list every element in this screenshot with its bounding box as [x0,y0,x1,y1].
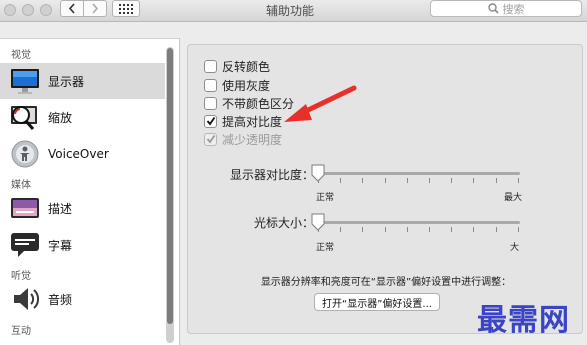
minimize-window-button[interactable] [22,4,34,16]
checkbox[interactable] [204,78,217,92]
slider-tick [517,178,519,183]
back-button[interactable] [60,0,84,17]
slider-tick [451,227,453,232]
display-icon [10,66,40,96]
contrast-min-label: 正常 [316,193,335,203]
sidebar-item-label: 显示器 [48,74,85,89]
slider-tick [473,178,475,183]
option-invert-colors[interactable]: 反转颜色 [204,58,270,74]
option-label: 使用灰度 [222,78,271,93]
zoom-window-button[interactable] [40,4,52,16]
sidebar-item-label: 字幕 [48,238,73,253]
zoom-icon [10,102,40,132]
slider-tick [429,227,430,232]
sidebar-item-label: VoiceOver [48,147,109,161]
watermark-logo: 最需网 [477,303,570,338]
sidebar-scrollbar-thumb[interactable] [167,48,173,324]
cursor-size-label: 光标大小： [254,216,315,230]
sidebar-item-label: 音频 [48,292,73,307]
display-settings-note: 显示器分辨率和亮度可在“显示器”偏好设置中进行调整： [260,277,512,288]
slider-tick [340,178,342,183]
open-display-preferences-button[interactable]: 打开“显示器”偏好设置... [314,293,440,311]
option-label: 提高对比度 [222,114,283,129]
voiceover-icon [10,139,40,169]
slider-tick [362,227,364,232]
captions-icon [10,230,40,260]
sidebar-item-zoom[interactable]: 缩放 [0,99,165,135]
cursor-min-label: 正常 [316,243,335,253]
option-increase-contrast[interactable]: 提高对比度 [204,113,282,129]
slider-tick [340,227,342,232]
slider-track[interactable] [318,172,520,175]
option-label: 减少透明度 [222,132,283,147]
search-field[interactable]: 搜索 [430,0,582,17]
option-reduce-transparency: 减少透明度 [204,131,282,147]
description-icon [10,193,40,223]
title-bar: 辅助功能 搜索 [0,0,587,22]
option-grayscale[interactable]: 使用灰度 [204,77,270,93]
chevron-right-icon [92,3,99,14]
close-window-button[interactable] [4,4,16,16]
slider-knob[interactable] [311,164,325,182]
contrast-max-label: 最大 [504,193,523,203]
sidebar-item-display[interactable]: 显示器 [0,63,165,99]
sidebar-item-captions[interactable]: 字幕 [0,227,165,263]
checkbox-checked-disabled [204,132,217,146]
option-label: 反转颜色 [222,59,271,74]
slider-knob[interactable] [311,213,325,231]
contrast-label: 显示器对比度： [230,168,315,182]
checkmark-icon [206,116,215,126]
sidebar-item-voiceover[interactable]: VoiceOver [0,136,165,172]
slider-tick [384,227,386,232]
sidebar-item-description[interactable]: 描述 [0,190,165,226]
search-placeholder: 搜索 [502,2,525,16]
chevron-left-icon [68,3,75,14]
sidebar-item-audio[interactable]: 音频 [0,281,165,317]
slider-tick [495,178,497,183]
section-interaction: 互动 [11,326,31,337]
slider-tick [473,227,475,232]
slider-tick [362,178,364,183]
slider-tick [429,178,430,183]
slider-tick [495,227,497,232]
slider-tick [406,178,408,183]
forward-button[interactable] [83,0,107,17]
red-arrow-annotation [284,85,357,122]
sidebar-item-label: 缩放 [48,110,73,125]
slider-tick [384,178,386,183]
section-media: 媒体 [11,180,31,191]
slider-tick [517,227,519,232]
window-title: 辅助功能 [265,4,314,18]
slider-tick [451,178,453,183]
slider-tick [406,227,408,232]
search-icon [487,3,499,14]
display-options-panel: 反转颜色 使用灰度 不带颜色区分 提高对比度 减少透明度 显示器对比度： 正常 … [187,44,583,334]
audio-icon [10,284,40,314]
show-all-button[interactable] [112,0,140,17]
section-hearing: 听觉 [11,271,31,282]
slider-track[interactable] [318,221,520,224]
checkmark-icon [206,134,215,144]
sidebar: 视觉 显示器 缩放 VoiceOver 媒体 描述 字幕 听觉 音频 互动 [0,38,180,345]
grid-icon [119,3,133,14]
section-vision: 视觉 [11,50,31,61]
checkbox-checked[interactable] [204,114,217,128]
sidebar-item-label: 描述 [48,201,73,216]
checkbox[interactable] [204,96,217,110]
cursor-max-label: 大 [510,243,520,253]
checkbox[interactable] [204,59,217,73]
